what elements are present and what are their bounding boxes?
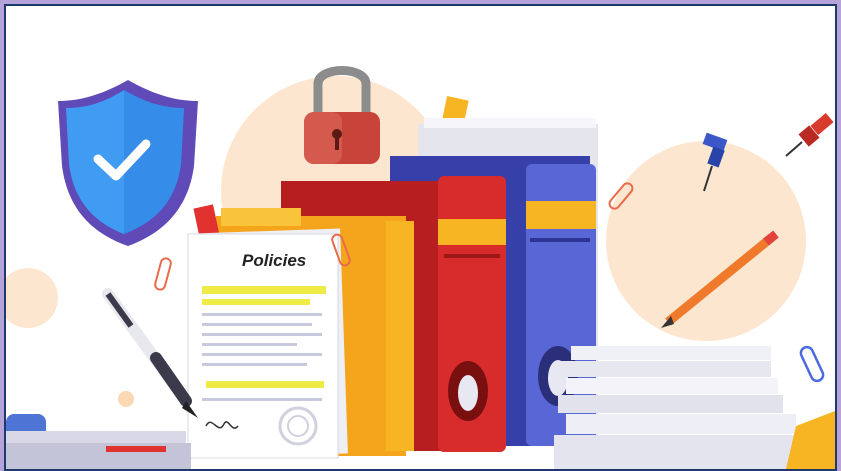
paper-stack-right — [554, 346, 796, 469]
paperclip-icon — [799, 345, 825, 383]
shield-check-icon — [58, 80, 198, 246]
pushpin-icon — [785, 112, 834, 157]
peach-circle-right — [606, 141, 806, 341]
paperclip-icon — [154, 257, 172, 291]
peach-dot — [118, 391, 134, 407]
policies-illustration — [6, 66, 835, 469]
peach-circle-left — [6, 268, 58, 328]
bottom-left-items — [6, 414, 191, 469]
illustration-frame: Policies — [4, 4, 837, 471]
document-title: Policies — [242, 251, 307, 270]
